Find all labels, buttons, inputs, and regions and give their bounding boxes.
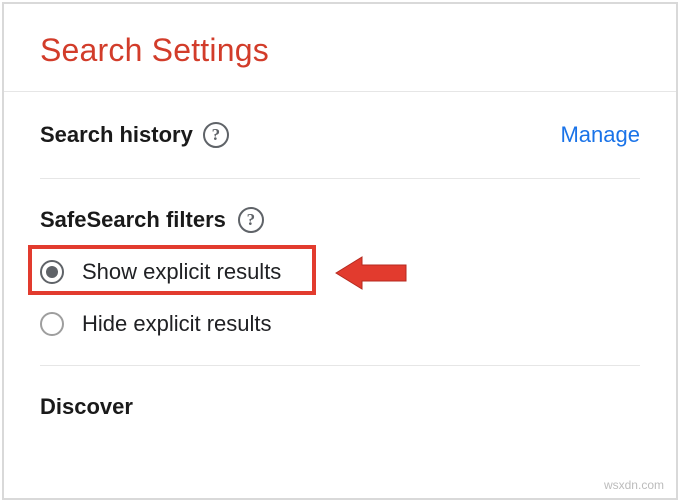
radio-hide-explicit[interactable]: Hide explicit results xyxy=(40,307,640,341)
radio-label: Show explicit results xyxy=(82,259,281,285)
content-area: Search history ? Manage SafeSearch filte… xyxy=(4,92,676,420)
discover-section: Discover xyxy=(40,366,640,420)
manage-link[interactable]: Manage xyxy=(560,122,640,148)
radio-label: Hide explicit results xyxy=(82,311,272,337)
radio-button-icon xyxy=(40,312,64,336)
settings-frame: Search Settings Search history ? Manage … xyxy=(2,2,678,500)
radio-show-explicit[interactable]: Show explicit results xyxy=(40,255,640,289)
safesearch-section: SafeSearch filters ? Show explicit resul… xyxy=(40,179,640,366)
safesearch-options: Show explicit results Hide explicit resu… xyxy=(40,255,640,341)
search-history-label: Search history xyxy=(40,122,193,148)
page-header: Search Settings xyxy=(4,4,676,92)
watermark-text: wsxdn.com xyxy=(604,478,664,492)
safesearch-header: SafeSearch filters ? xyxy=(40,207,640,233)
search-history-section: Search history ? Manage xyxy=(40,92,640,179)
search-history-left: Search history ? xyxy=(40,122,229,148)
help-icon[interactable]: ? xyxy=(203,122,229,148)
discover-label: Discover xyxy=(40,394,133,419)
safesearch-label: SafeSearch filters xyxy=(40,207,226,233)
help-icon[interactable]: ? xyxy=(238,207,264,233)
radio-dot-icon xyxy=(46,266,58,278)
radio-button-icon xyxy=(40,260,64,284)
page-title: Search Settings xyxy=(40,32,640,69)
